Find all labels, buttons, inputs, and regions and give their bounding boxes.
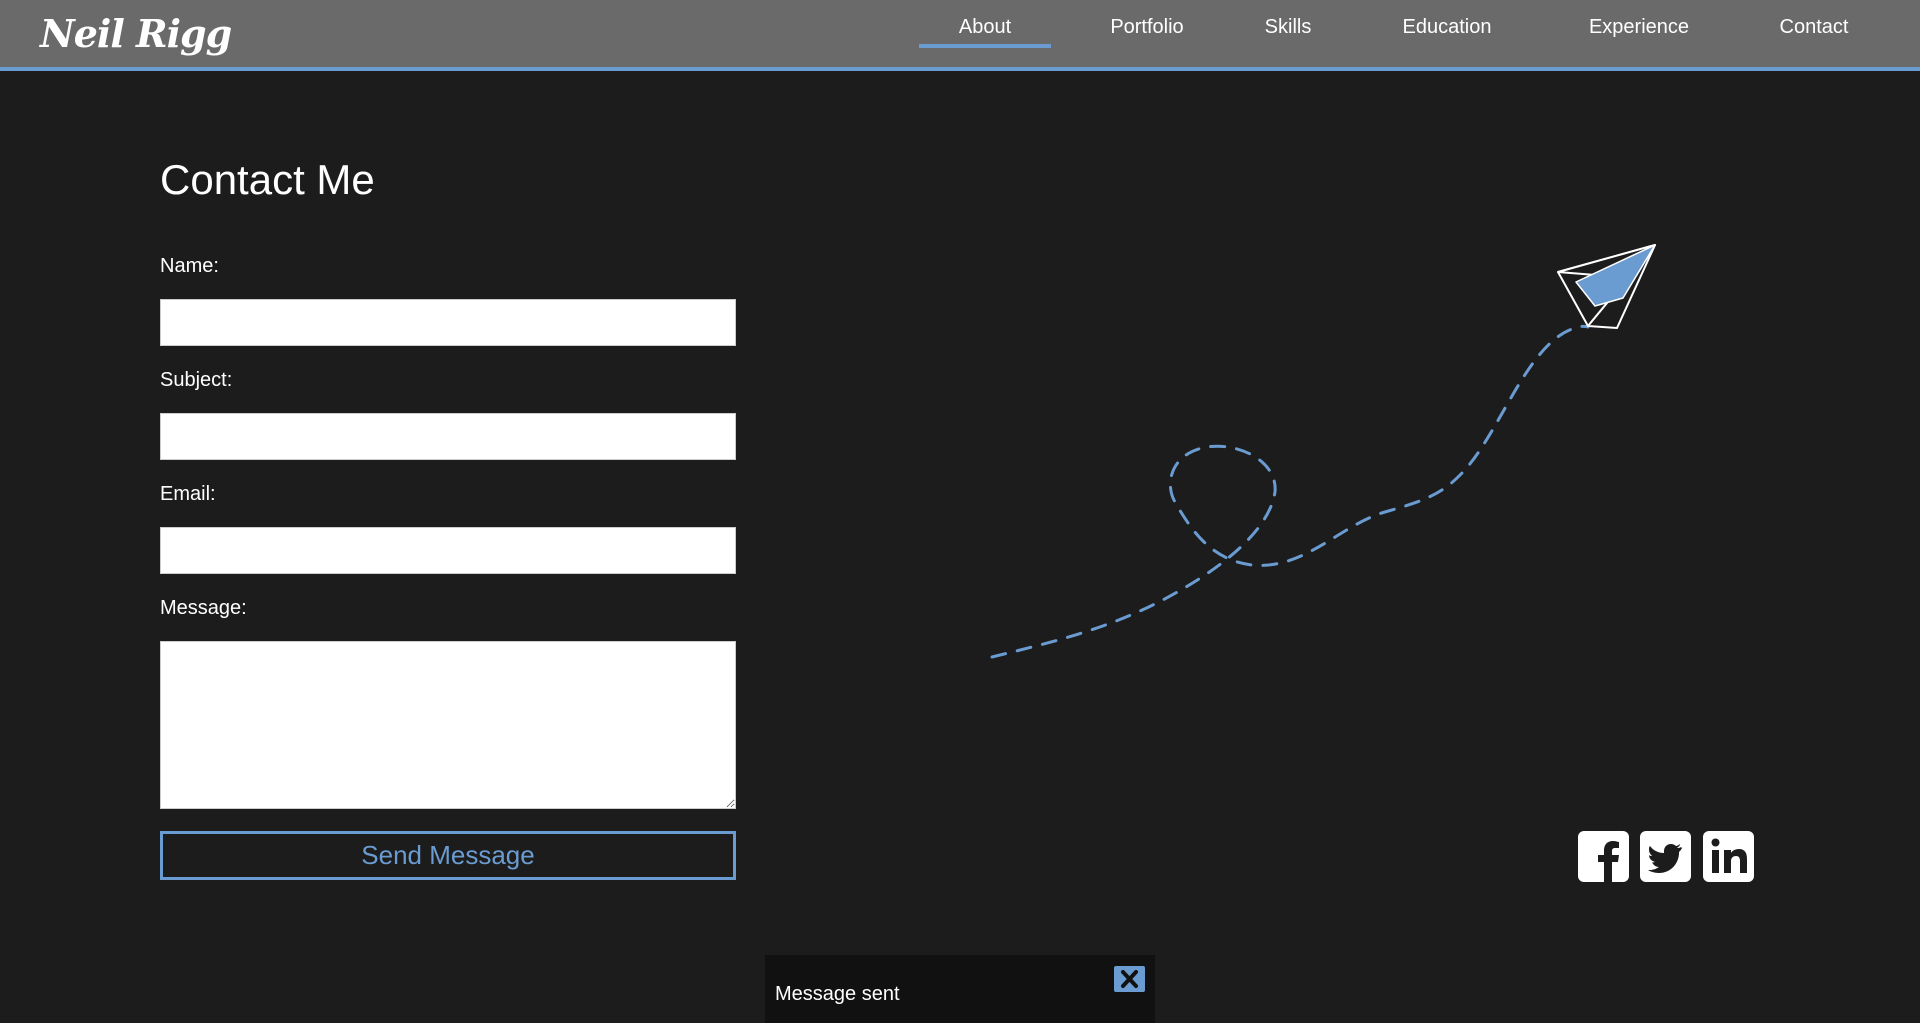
name-input[interactable] [160,299,736,346]
email-label: Email: [160,483,216,505]
nav-experience[interactable]: Experience [1579,14,1699,48]
paper-plane-icon [1557,244,1656,329]
message-label: Message: [160,597,247,619]
nav-contact[interactable]: Contact [1764,14,1864,48]
twitter-icon[interactable] [1640,831,1691,882]
send-message-button[interactable]: Send Message [160,831,736,880]
message-sent-toast: Message sent [765,955,1155,1023]
close-icon[interactable] [1114,966,1145,992]
nav-education[interactable]: Education [1392,14,1502,48]
page-title: Contact Me [160,156,375,203]
site-header: Neil Rigg About Portfolio Skills Educati… [0,0,1920,71]
site-logo[interactable]: Neil Rigg [40,10,232,58]
subject-label: Subject: [160,369,233,391]
name-label: Name: [160,255,219,277]
toast-message: Message sent [775,983,900,1005]
message-textarea[interactable] [160,641,736,809]
dashed-trail [990,324,1590,659]
nav-about[interactable]: About [919,14,1051,48]
nav-portfolio[interactable]: Portfolio [1097,14,1197,48]
linkedin-icon[interactable] [1703,831,1754,882]
facebook-icon[interactable] [1578,831,1629,882]
nav-skills[interactable]: Skills [1253,14,1323,48]
email-input[interactable] [160,527,736,574]
subject-input[interactable] [160,413,736,460]
paper-plane-illustration [990,244,1656,659]
